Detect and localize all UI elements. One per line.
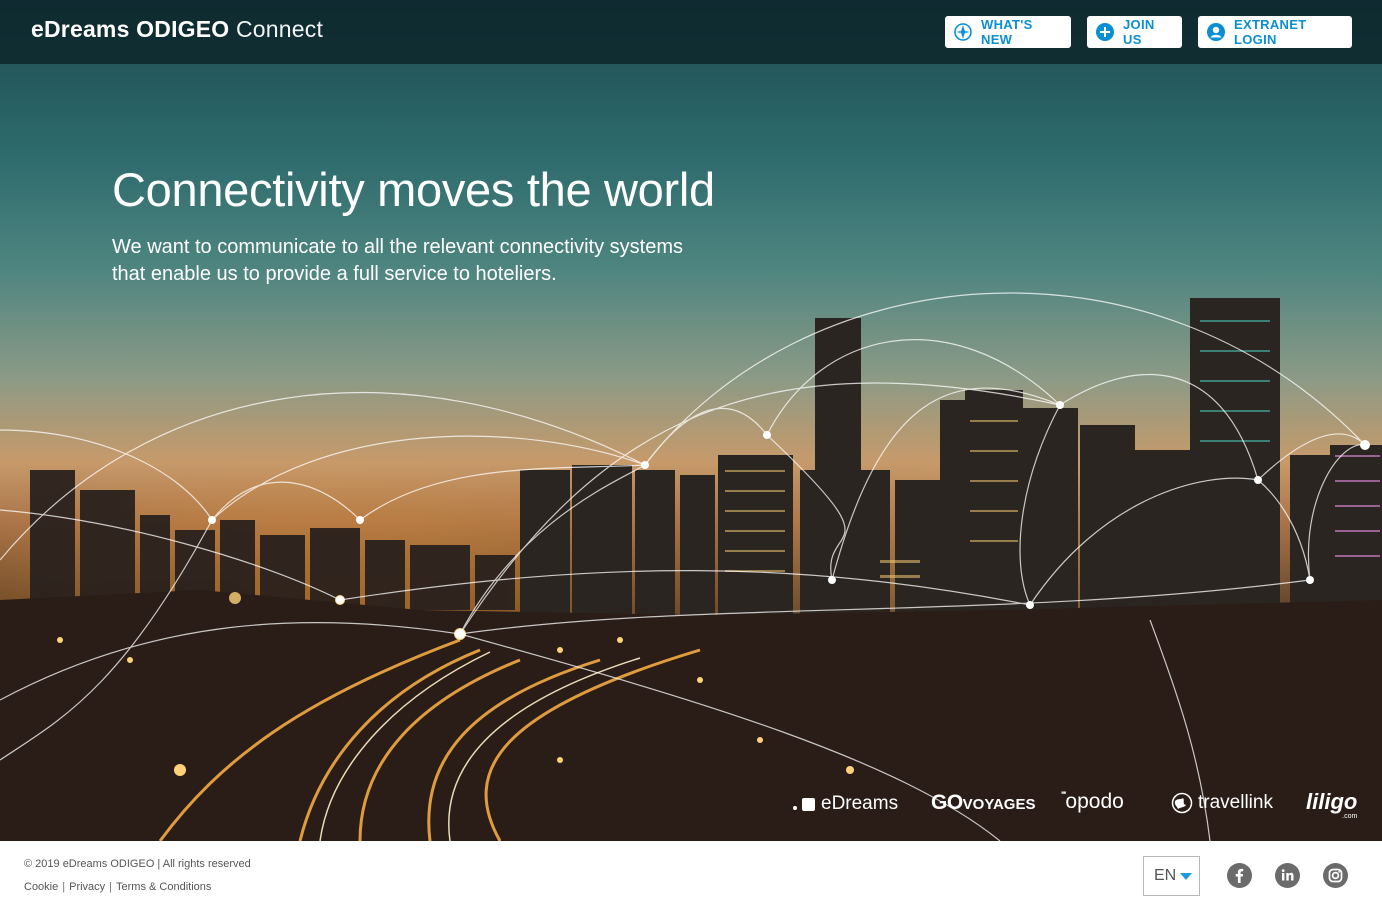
- hero-title: Connectivity moves the world: [112, 163, 715, 216]
- edreams-brand-text: eDreams: [821, 793, 899, 814]
- footer-links: Cookie | Privacy | Terms & Conditions: [24, 881, 211, 893]
- terms-conditions-link[interactable]: Terms & Conditions: [116, 881, 211, 893]
- top-header: eDreams ODIGEO Connect WHAT'S NEW JOIN U…: [0, 0, 1382, 64]
- liligo-brand-logo[interactable]: liligo .com: [1306, 789, 1358, 820]
- footer-separator: |: [62, 881, 66, 893]
- edreams-mark-icon: [793, 797, 815, 811]
- brand-connect: Connect: [235, 16, 324, 42]
- govoyages-brand-logo[interactable]: GOVOYAGES: [931, 791, 1035, 815]
- brand-logo[interactable]: eDreams ODIGEO Connect: [31, 16, 323, 43]
- join-us-label: JOIN US: [1123, 17, 1155, 47]
- hero-subtitle: We want to communicate to all the releva…: [112, 234, 752, 288]
- plus-circle-icon: [1095, 22, 1115, 42]
- linkedin-icon[interactable]: [1275, 863, 1300, 888]
- whats-new-button[interactable]: WHAT'S NEW: [945, 16, 1071, 48]
- liligo-brand-text: liligo: [1306, 789, 1358, 814]
- liligo-com-text: .com: [1342, 813, 1358, 820]
- caret-down-icon: [1180, 872, 1193, 880]
- opodo-brand-logo[interactable]: ''''opodo: [1061, 790, 1124, 814]
- language-selector[interactable]: EN: [1143, 856, 1200, 896]
- travellink-brand-text: travellink: [1198, 792, 1273, 813]
- footer: © 2019 eDreams ODIGEO | All rights reser…: [0, 841, 1382, 911]
- opodo-brand-text: opodo: [1065, 790, 1124, 813]
- join-us-button[interactable]: JOIN US: [1087, 16, 1182, 48]
- extranet-login-button[interactable]: EXTRANET LOGIN: [1198, 16, 1352, 48]
- brand-name: eDreams ODIGEO: [31, 16, 230, 42]
- hero-background: [0, 0, 1382, 841]
- whats-new-label: WHAT'S NEW: [981, 17, 1033, 47]
- hero-subtitle-line-1: We want to communicate to all the releva…: [112, 236, 683, 258]
- edreams-brand-logo[interactable]: eDreams: [793, 793, 899, 815]
- extranet-login-label: EXTRANET LOGIN: [1234, 17, 1307, 47]
- city-skyline-image: [0, 292, 1382, 841]
- cookie-link[interactable]: Cookie: [24, 881, 58, 893]
- govoyages-go-text: GO: [931, 791, 963, 814]
- govoyages-rest-text: VOYAGES: [962, 796, 1036, 813]
- user-circle-icon: [1206, 22, 1226, 42]
- language-value: EN: [1154, 867, 1177, 884]
- hero-subtitle-line-2: that enable us to provide a full service…: [112, 263, 557, 285]
- footer-separator: |: [109, 881, 113, 893]
- facebook-icon[interactable]: [1227, 863, 1252, 888]
- compass-icon: [953, 22, 973, 42]
- privacy-link[interactable]: Privacy: [69, 881, 105, 893]
- globe-icon: [1171, 792, 1193, 814]
- copyright-text: © 2019 eDreams ODIGEO | All rights reser…: [24, 858, 251, 870]
- instagram-icon[interactable]: [1323, 863, 1348, 888]
- travellink-brand-logo[interactable]: travellink: [1171, 792, 1273, 814]
